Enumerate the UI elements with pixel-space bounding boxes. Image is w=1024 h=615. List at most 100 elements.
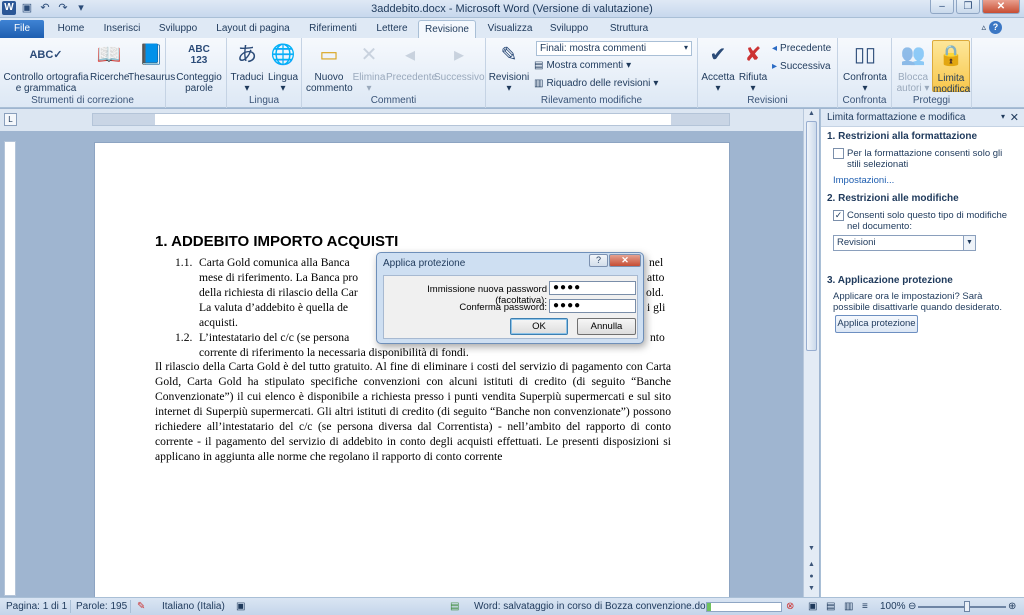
list-item-1-line-4: La valuta d’addebito è quella de (199, 301, 349, 314)
zoom-out-icon[interactable]: ⊖ (908, 601, 916, 612)
apply-protection-button[interactable]: Applica protezione (835, 315, 918, 333)
reviewing-pane-button[interactable]: ▥ Riquadro delle revisioni ▾ (534, 78, 658, 89)
maximize-button[interactable]: ❐ (956, 0, 980, 14)
group-protect: 👥 Blocca autori ▾ 🔒 Limita modifica Prot… (892, 38, 972, 108)
list-item-2-right: nto (650, 331, 665, 344)
browse-object-icon[interactable]: ● (806, 573, 817, 583)
restrict-editing-label-1: Limita (937, 73, 965, 84)
macro-record-icon[interactable]: ▣ (236, 601, 245, 612)
vertical-scrollbar[interactable]: ▲ ▼ ▲ ● ▼ (803, 109, 819, 597)
horizontal-ruler[interactable] (92, 113, 730, 126)
previous-comment-button[interactable]: ◂ Precedente (386, 40, 437, 84)
accept-icon: ✔ (709, 43, 727, 66)
block-authors-button[interactable]: 👥 Blocca autori ▾ (896, 40, 930, 95)
spelling-label: Controllo ortografia e grammatica (3, 72, 89, 94)
page-count[interactable]: Pagina: 1 di 1 (6, 601, 67, 612)
research-button[interactable]: 📖 Ricerche (90, 40, 129, 84)
proofing-icon[interactable]: ✎ (137, 601, 145, 612)
next-change-button[interactable]: ▸ Successiva (772, 61, 831, 72)
zoom-slider-knob[interactable] (964, 601, 970, 612)
editing-type-select[interactable]: Revisioni ▼ (833, 235, 976, 251)
previous-change-button[interactable]: ◂ Precedente (772, 43, 831, 54)
document-page[interactable]: 1. ADDEBITO IMPORTO ACQUISTI 1.1. Carta … (94, 142, 730, 598)
tab-file[interactable]: File (0, 20, 44, 38)
document-paragraph: Il rilascio della Carta Gold è del tutto… (155, 360, 671, 463)
prev-page-icon[interactable]: ▲ (806, 561, 817, 571)
tab-developer[interactable]: Sviluppo (153, 20, 203, 38)
zoom-level[interactable]: 100% (880, 601, 906, 612)
spelling-button[interactable]: ABC✓ Controllo ortografia e grammatica (2, 40, 90, 94)
block-authors-label-1: Blocca (897, 72, 928, 83)
help-icon[interactable]: ? (989, 21, 1002, 34)
web-layout-view-icon[interactable]: ▥ (844, 601, 853, 612)
compare-button[interactable]: ▯▯ Confronta ▾ (840, 40, 890, 95)
list-item-1-line-3: della richiesta di rilascio della Car (199, 286, 358, 299)
show-comments-button[interactable]: ▤ Mostra commenti ▾ (534, 60, 631, 71)
tab-review[interactable]: Revisione (418, 20, 476, 38)
new-password-field[interactable]: ●●●● (549, 281, 636, 295)
thesaurus-label: Thesaurus (128, 72, 176, 83)
confirm-password-field[interactable]: ●●●● (549, 299, 636, 313)
next-page-icon[interactable]: ▼ (806, 585, 817, 595)
tab-home[interactable]: Home (52, 20, 90, 38)
reject-button[interactable]: ✘ Rifiuta ▾ (736, 40, 770, 95)
language-status[interactable]: Italiano (Italia) (162, 601, 225, 612)
editing-type-dropdown-icon[interactable]: ▼ (963, 236, 975, 250)
editing-restriction-checkbox[interactable]: ✓ (833, 210, 844, 221)
delete-comment-label: Elimina (352, 72, 386, 83)
outline-view-icon[interactable]: ≡ (862, 601, 868, 612)
restrict-editing-pane: Limita formattazione e modifica ▾ ✕ 1. R… (820, 109, 1024, 597)
pane-close-icon[interactable]: ✕ (1010, 111, 1019, 124)
dialog-help-button[interactable]: ? (589, 254, 608, 267)
track-changes-button[interactable]: ✎ Revisioni ▾ (488, 40, 530, 95)
formatting-restriction-label: Per la formattazione consenti solo gli s… (847, 148, 1003, 170)
tab-structure[interactable]: Struttura (603, 20, 655, 38)
tab-page-layout[interactable]: Layout di pagina (212, 20, 294, 38)
word-count[interactable]: Parole: 195 (76, 601, 127, 612)
save-progress-bar (706, 602, 782, 612)
dialog-close-button[interactable]: ✕ (609, 254, 641, 267)
print-layout-view-icon[interactable]: ▣ (808, 601, 817, 612)
scroll-thumb[interactable] (806, 121, 817, 351)
minimize-ribbon-icon[interactable]: ▵ (981, 22, 986, 33)
document-heading: 1. ADDEBITO IMPORTO ACQUISTI (155, 233, 399, 250)
minimize-button[interactable]: – (930, 0, 954, 14)
scroll-down-icon[interactable]: ▼ (806, 545, 817, 555)
tab-selector-button[interactable]: L (4, 113, 17, 126)
full-screen-view-icon[interactable]: ▤ (826, 601, 835, 612)
formatting-restrictions-heading: 1. Restrizioni alla formattazione (827, 131, 978, 142)
thesaurus-button[interactable]: 📘 Thesaurus (128, 40, 176, 84)
display-for-review-select[interactable]: Finali: mostra commenti ▾ (536, 41, 692, 56)
tab-developer-2[interactable]: Sviluppo (544, 20, 594, 38)
close-button[interactable]: ✕ (982, 0, 1020, 14)
zoom-in-icon[interactable]: ⊕ (1008, 601, 1016, 612)
new-comment-button[interactable]: ▭ Nuovo commento (306, 40, 353, 95)
formatting-restriction-checkbox[interactable] (833, 148, 844, 159)
next-change-label: Successiva (780, 61, 831, 72)
scroll-up-icon[interactable]: ▲ (806, 110, 817, 120)
accept-button[interactable]: ✔ Accetta ▾ (700, 40, 736, 95)
ribbon: ABC✓ Controllo ortografia e grammatica 📖… (0, 38, 1024, 108)
cancel-save-icon[interactable]: ⊗ (786, 601, 794, 612)
delete-comment-button[interactable]: ✕ Elimina ▾ (352, 40, 386, 95)
translate-button[interactable]: あ Traduci ▾ (229, 40, 265, 95)
next-comment-button[interactable]: ▸ Successivo (434, 40, 485, 84)
ok-button[interactable]: OK (510, 318, 568, 335)
track-changes-icon: ✎ (500, 43, 518, 66)
word-count-button[interactable]: ABC 123 Conteggio parole (174, 40, 224, 94)
zoom-slider[interactable] (918, 606, 1006, 608)
tab-mailings[interactable]: Lettere (370, 20, 414, 38)
tab-view[interactable]: Visualizza (483, 20, 537, 38)
group-changes-label: Revisioni (747, 95, 788, 106)
cancel-button[interactable]: Annulla (577, 318, 636, 335)
pane-options-icon[interactable]: ▾ (1001, 112, 1005, 121)
group-comments: ▭ Nuovo commento ✕ Elimina ▾ ◂ Precedente… (302, 38, 486, 108)
tab-insert[interactable]: Inserisci (97, 20, 147, 38)
tab-references[interactable]: Riferimenti (302, 20, 364, 38)
restrict-editing-button[interactable]: 🔒 Limita modifica (932, 40, 970, 95)
ribbon-tabs: File Home Inserisci Sviluppo Layout di p… (0, 18, 1024, 38)
language-button[interactable]: 🌐 Lingua ▾ (265, 40, 301, 95)
settings-link[interactable]: Impostazioni... (833, 175, 894, 186)
reject-icon: ✘ (744, 43, 762, 66)
vertical-ruler[interactable] (4, 141, 16, 596)
